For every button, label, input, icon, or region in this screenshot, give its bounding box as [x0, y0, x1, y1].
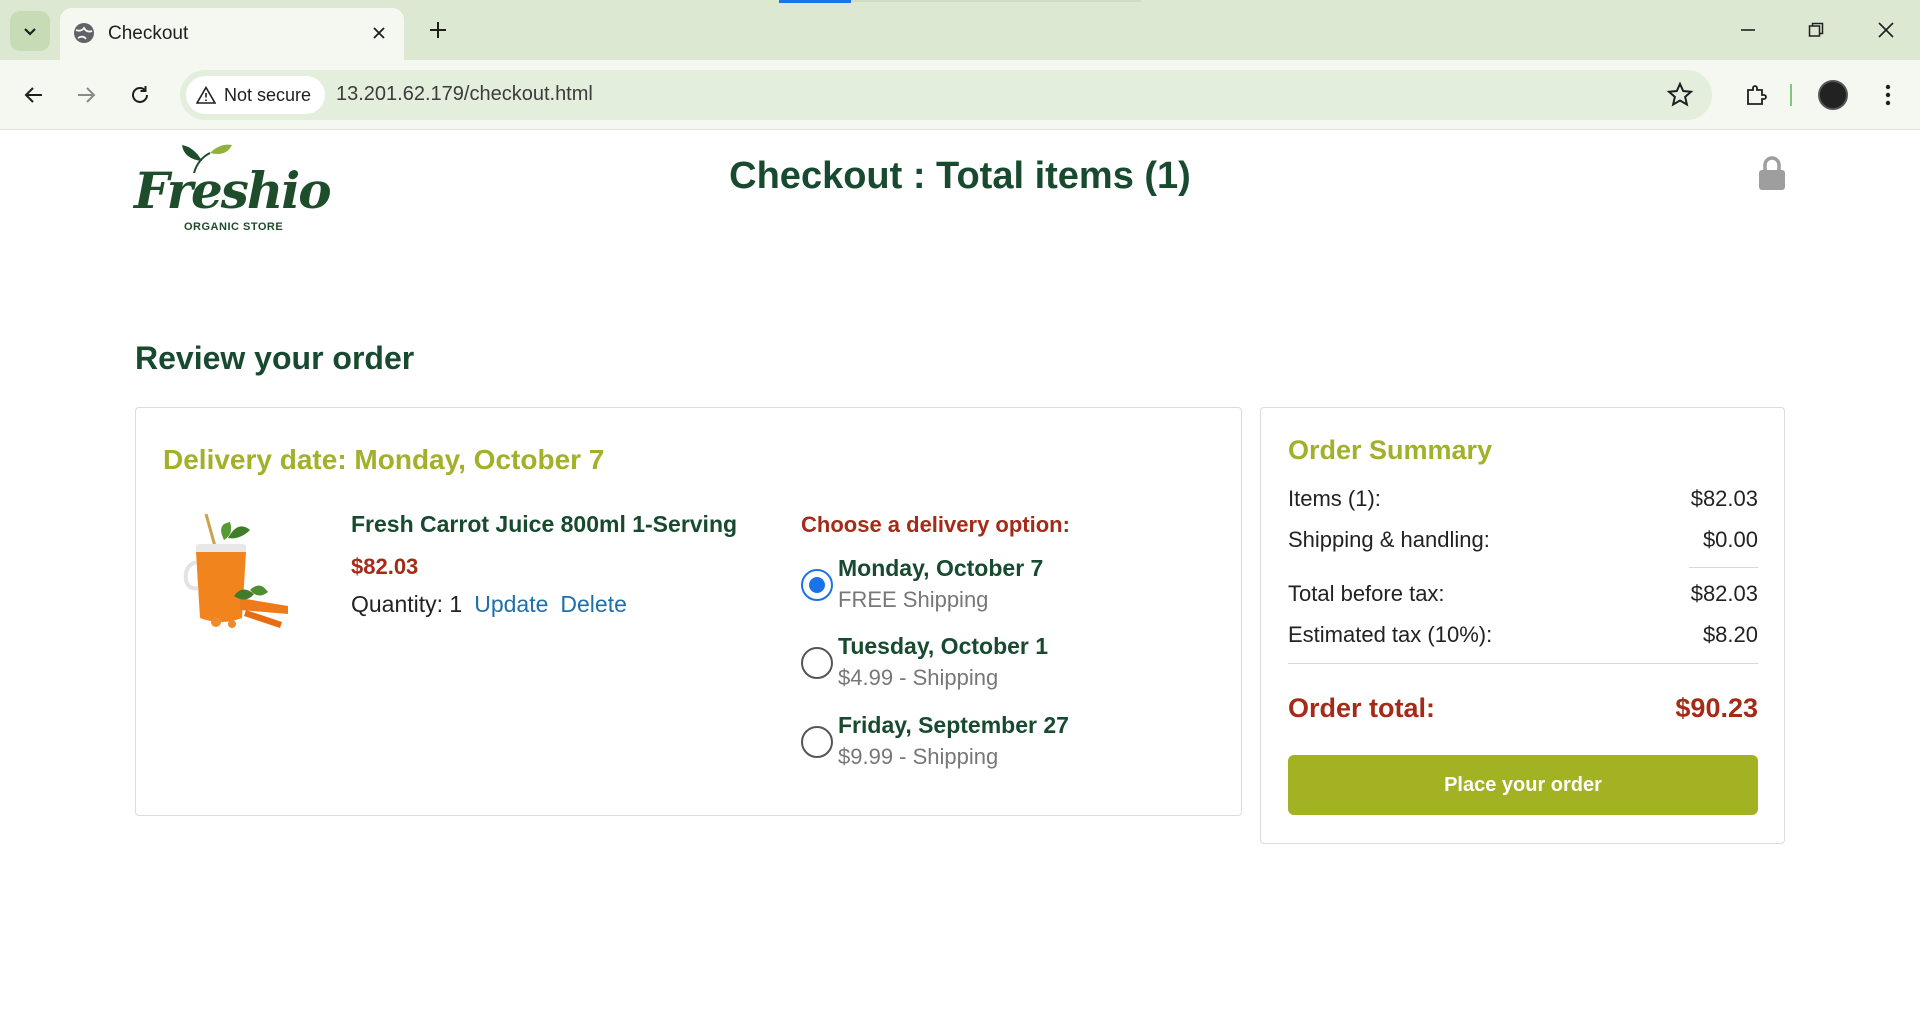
more-vertical-icon — [1885, 84, 1891, 106]
summary-tax-label: Estimated tax (10%): — [1288, 622, 1493, 647]
delivery-date: Delivery date: Monday, October 7 — [163, 444, 605, 475]
puzzle-icon — [1747, 85, 1767, 105]
security-label: Not secure — [224, 84, 312, 105]
bookmark-star-icon[interactable] — [1666, 81, 1694, 109]
summary-items-label: Items (1): — [1288, 486, 1381, 511]
delivery-option-price: $4.99 - Shipping — [838, 665, 999, 690]
checkout-page: Freshio ORGANIC STORE Checkout : Total i… — [0, 131, 1920, 1020]
delivery-option-price: FREE Shipping — [838, 587, 989, 612]
delivery-option-date: Tuesday, October 1 — [838, 633, 1049, 659]
summary-shipping-value: $0.00 — [1702, 527, 1758, 552]
window-close-button[interactable] — [1868, 12, 1904, 48]
delivery-option[interactable]: Friday, September 27 $9.99 - Shipping — [801, 712, 1181, 776]
toolbar-separator — [1790, 84, 1792, 106]
browser-tab-bar: Checkout — [0, 0, 1920, 60]
order-summary-card: Order Summary Items (1): $82.03 Shipping… — [1260, 407, 1785, 844]
summary-before-tax-label: Total before tax: — [1288, 581, 1445, 606]
minimize-icon — [1741, 29, 1755, 31]
address-bar[interactable]: Not secure 13.201.62.179/checkout.html — [180, 70, 1712, 120]
url-text[interactable]: 13.201.62.179/checkout.html — [336, 83, 593, 106]
quantity-label: Quantity: 1 — [351, 591, 463, 617]
loading-track — [851, 0, 1141, 2]
restore-button[interactable] — [1798, 12, 1834, 48]
plus-icon — [430, 22, 446, 38]
warning-icon — [196, 86, 216, 104]
summary-divider — [1288, 663, 1758, 664]
delivery-option[interactable]: Monday, October 7 FREE Shipping — [801, 555, 1181, 619]
profile-avatar[interactable] — [1818, 80, 1848, 110]
product-price: $82.03 — [351, 554, 419, 579]
delete-link[interactable]: Delete — [560, 591, 626, 618]
delivery-option-date: Monday, October 7 — [838, 555, 1044, 581]
reload-icon — [132, 86, 148, 103]
summary-tax-value: $8.20 — [1702, 622, 1758, 647]
order-total-value: $90.23 — [1675, 693, 1758, 723]
review-heading: Review your order — [135, 340, 415, 376]
summary-divider — [1689, 567, 1758, 568]
product-image — [183, 513, 288, 628]
delivery-option-radio[interactable] — [801, 569, 833, 601]
restore-icon — [1808, 22, 1824, 37]
globe-icon — [74, 23, 94, 43]
tab-title: Checkout — [108, 23, 189, 44]
loading-indicator — [779, 0, 851, 3]
new-tab-button[interactable] — [422, 14, 454, 46]
tab-close-button[interactable] — [366, 20, 392, 46]
summary-shipping-row: Shipping & handling: $0.00 — [1288, 527, 1758, 553]
place-order-button[interactable]: Place your order — [1288, 755, 1758, 815]
tab-search-button[interactable] — [10, 11, 50, 51]
update-link[interactable]: Update — [474, 591, 548, 618]
reload-button[interactable] — [120, 75, 160, 115]
browser-toolbar: Not secure 13.201.62.179/checkout.html — [0, 60, 1920, 130]
summary-items-value: $82.03 — [1690, 486, 1758, 511]
summary-before-tax-row: Total before tax: $82.03 — [1288, 581, 1758, 607]
chevron-down-icon — [24, 28, 36, 36]
order-item-card: Delivery date: Monday, October 7 Fresh C… — [135, 407, 1242, 816]
delivery-option[interactable]: Tuesday, October 1 $4.99 - Shipping — [801, 633, 1181, 697]
minimize-button[interactable] — [1730, 12, 1766, 48]
delivery-option-date: Friday, September 27 — [838, 712, 1069, 738]
close-icon — [1878, 22, 1894, 38]
logo-subtitle: ORGANIC STORE — [184, 221, 284, 233]
close-icon — [373, 27, 385, 39]
page-title: Checkout : Total items (1) — [729, 155, 1191, 197]
delivery-option-radio[interactable] — [801, 647, 833, 679]
extensions-button[interactable] — [1736, 75, 1776, 115]
forward-button[interactable] — [66, 75, 106, 115]
back-button[interactable] — [14, 75, 54, 115]
summary-shipping-label: Shipping & handling: — [1288, 527, 1490, 552]
browser-menu-button[interactable] — [1868, 75, 1908, 115]
summary-items-row: Items (1): $82.03 — [1288, 486, 1758, 512]
security-chip[interactable]: Not secure — [186, 76, 326, 114]
order-total-label: Order total: — [1288, 693, 1436, 723]
arrow-left-icon — [24, 87, 42, 103]
delivery-option-radio[interactable] — [801, 726, 833, 758]
delivery-options-heading: Choose a delivery option: — [801, 512, 1070, 537]
delivery-option-price: $9.99 - Shipping — [838, 744, 999, 769]
order-summary-title: Order Summary — [1288, 435, 1493, 465]
summary-tax-row: Estimated tax (10%): $8.20 — [1288, 622, 1758, 648]
product-name[interactable]: Fresh Carrot Juice 800ml 1-Serving — [351, 511, 737, 538]
lock-icon — [1759, 156, 1785, 190]
arrow-right-icon — [78, 87, 96, 103]
order-total-row: Order total: $90.23 — [1288, 693, 1758, 724]
summary-before-tax-value: $82.03 — [1690, 581, 1758, 606]
browser-tab[interactable]: Checkout — [60, 8, 404, 60]
quantity-row: Quantity: 1 Update Delete — [351, 591, 627, 618]
